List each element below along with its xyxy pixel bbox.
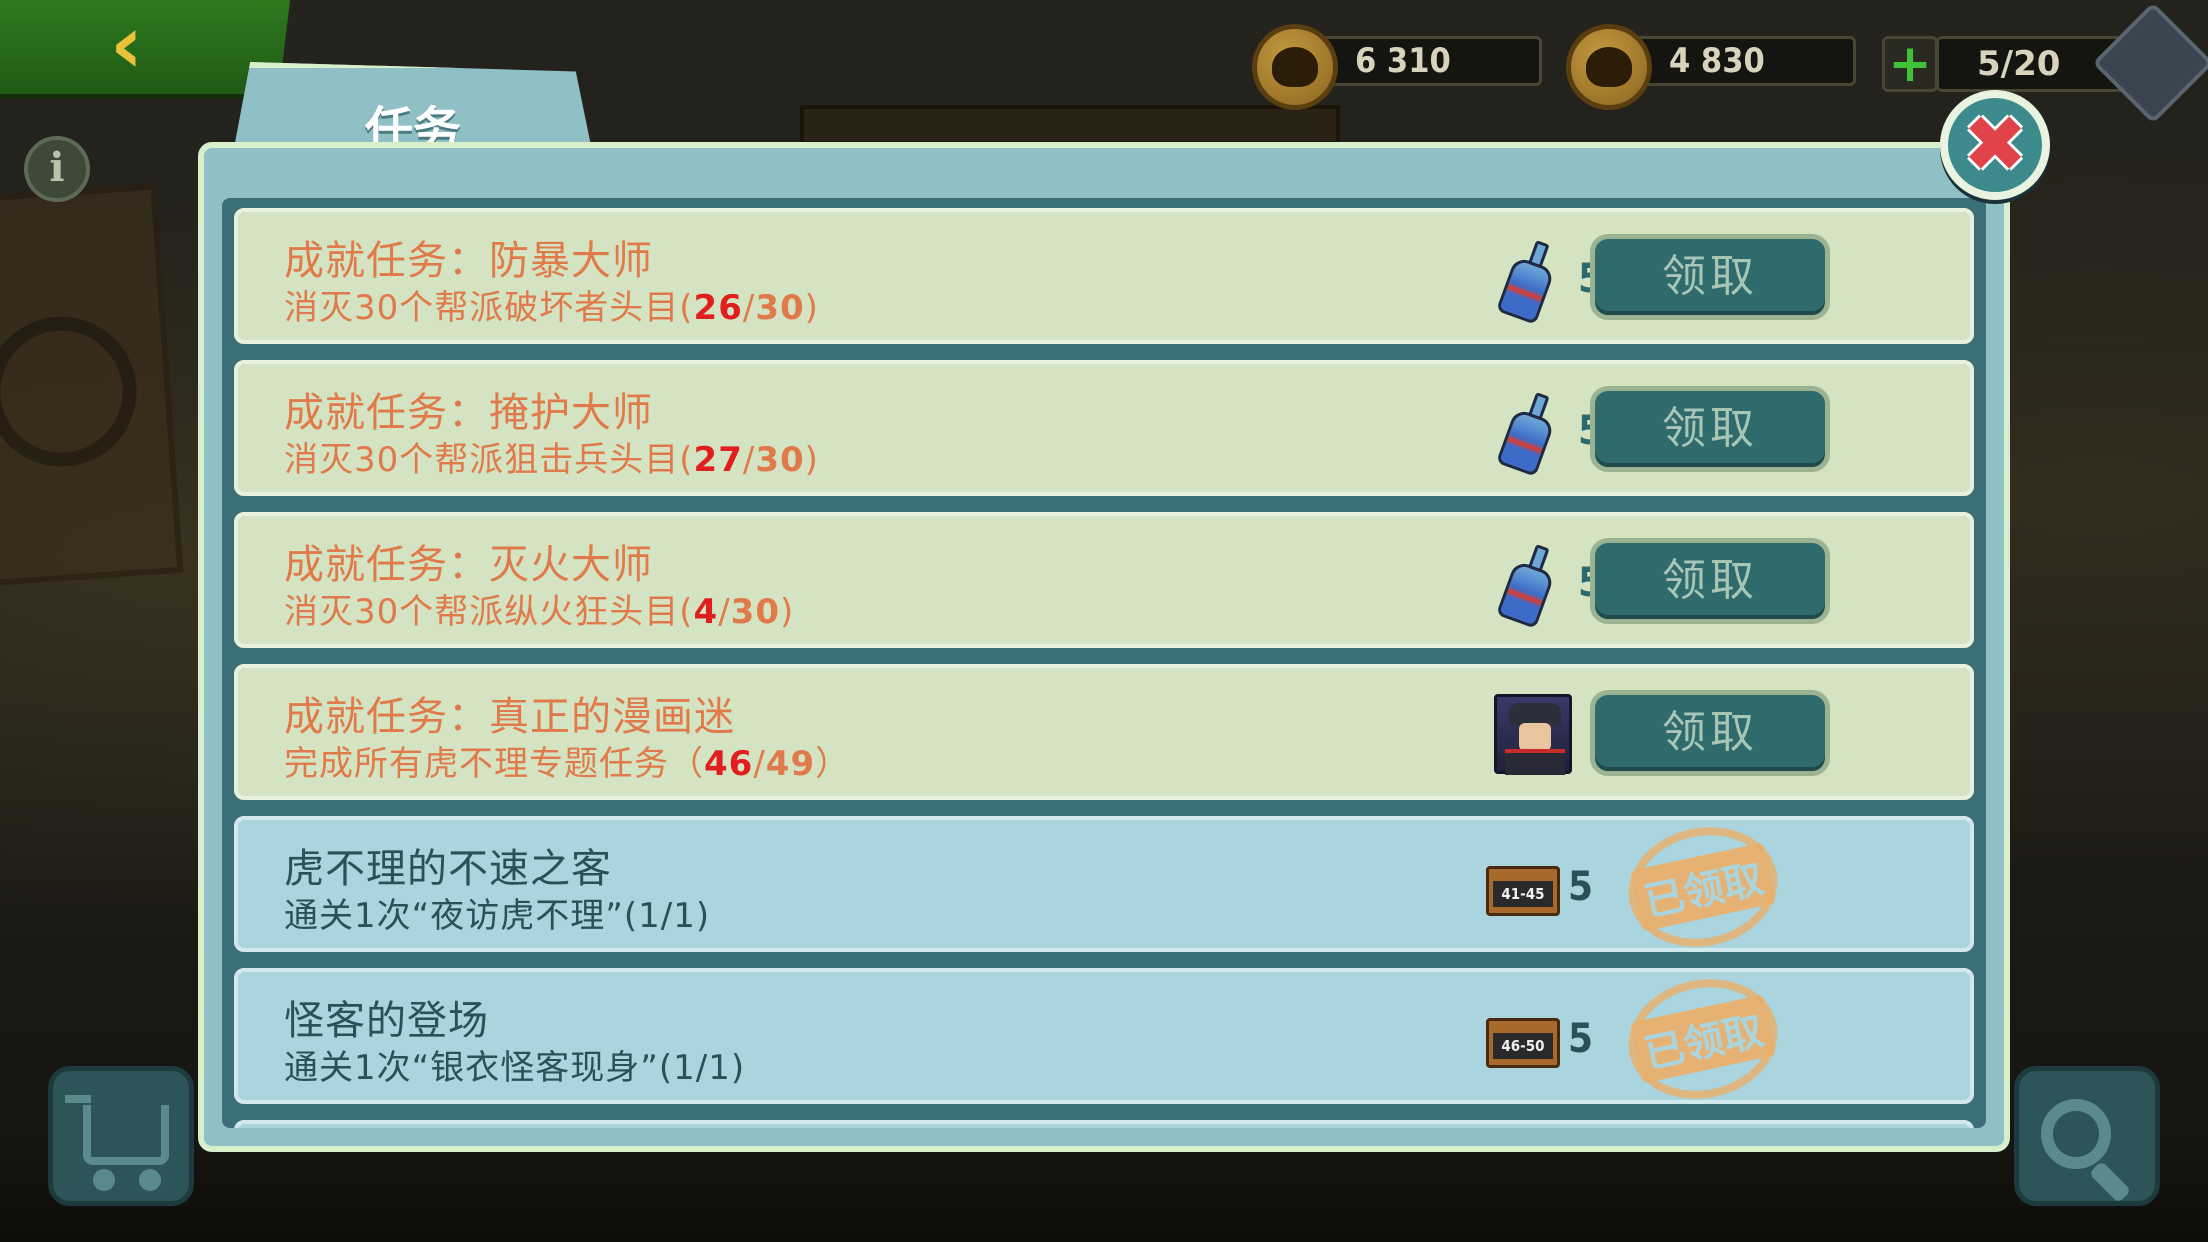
quest-list-container[interactable]: 成就任务：防暴大师 消灭30个帮派破坏者头目(26/30) 50 领取 成就任务…: [222, 198, 1986, 1128]
quest-desc: 完成所有虎不理专题任务（46/49）: [284, 744, 851, 784]
progress-total: 30: [755, 440, 805, 480]
quest-title: 成就任务：防暴大师: [284, 238, 653, 284]
progress-current: 4: [693, 592, 719, 632]
quest-row: 成就任务：防暴大师 消灭30个帮派破坏者头目(26/30) 50 领取: [234, 208, 1974, 344]
info-button[interactable]: i: [24, 136, 90, 202]
search-handle: [2088, 1160, 2132, 1204]
quest-row: 成就任务：掩护大师 消灭30个帮派狙击兵头目(27/30) 50 领取: [234, 360, 1974, 496]
progress-current: 46: [704, 744, 754, 784]
cart-wheel: [139, 1169, 161, 1191]
shop-button[interactable]: [48, 1066, 194, 1206]
reward-amount: 5: [1568, 1016, 1594, 1062]
claim-button[interactable]: 领取: [1590, 690, 1830, 776]
quest-row-partial: [234, 1120, 1974, 1128]
progress-total: 30: [755, 288, 805, 328]
quest-desc: 消灭30个帮派破坏者头目(26/30): [284, 288, 819, 328]
quest-title: 成就任务：灭火大师: [284, 542, 653, 588]
quest-title: 怪客的登场: [284, 998, 489, 1044]
quest-desc: 消灭30个帮派狙击兵头目(27/30): [284, 440, 819, 480]
search-icon: [2041, 1099, 2111, 1169]
quest-desc: 通关1次“夜访虎不理”(1/1): [284, 896, 711, 936]
quest-desc: 消灭30个帮派纵火狂头目(4/30): [284, 592, 795, 632]
progress-total: 30: [730, 592, 780, 632]
token-coin-icon: [1566, 24, 1652, 110]
quest-row: 成就任务：真正的漫画迷 完成所有虎不理专题任务（46/49） 1 领取: [234, 664, 1974, 800]
reward-amount: 5: [1568, 864, 1594, 910]
quest-row: 怪客的登场 通关1次“银衣怪客现身”(1/1) 46-50 5 已领取: [234, 965, 1974, 1113]
nuka-cola-bottle-icon: [1493, 235, 1564, 328]
quest-title: 成就任务：真正的漫画迷: [284, 694, 735, 740]
crate-label: 46-50: [1493, 1033, 1553, 1059]
search-button[interactable]: [2014, 1066, 2160, 1206]
quest-row: 成就任务：灭火大师 消灭30个帮派纵火狂头目(4/30) 50 领取: [234, 512, 1974, 648]
quest-row: 虎不理的不速之客 通关1次“夜访虎不理”(1/1) 41-45 5 已领取: [234, 813, 1974, 961]
quest-title: 成就任务：掩护大师: [284, 390, 653, 436]
cart-wheel: [93, 1169, 115, 1191]
cart-icon: [65, 1095, 169, 1165]
quest-desc: 通关1次“银衣怪客现身”(1/1): [284, 1048, 746, 1088]
claimed-stamp: 已领取: [1617, 965, 1789, 1113]
claimed-stamp: 已领取: [1617, 813, 1789, 961]
claim-button[interactable]: 领取: [1590, 538, 1830, 624]
chevron-left-icon: ‹: [110, 0, 143, 91]
currency-caps: 6 310: [1252, 24, 1542, 110]
nuka-cola-bottle-icon: [1493, 539, 1564, 632]
progress-text: (1/1): [623, 896, 711, 936]
crate-icon: 41-45: [1486, 866, 1560, 916]
poster-silhouette: [0, 311, 142, 472]
wood-beam: [800, 105, 1340, 145]
progress-current: 27: [693, 440, 743, 480]
close-icon: ✖: [1962, 100, 2028, 190]
character-portrait-icon: [1494, 694, 1572, 775]
currency-tokens: 4 830: [1566, 24, 1856, 110]
add-slots-button[interactable]: +: [1882, 36, 1938, 92]
currency-tokens-value: 4 830: [1616, 36, 1856, 86]
quest-panel: 成就任务：防暴大师 消灭30个帮派破坏者头目(26/30) 50 领取 成就任务…: [198, 142, 2010, 1152]
claim-button[interactable]: 领取: [1590, 234, 1830, 320]
crate-icon: 46-50: [1486, 1018, 1560, 1068]
detective-coin-icon: [1252, 24, 1338, 110]
nuka-cola-bottle-icon: [1493, 387, 1564, 480]
currency-caps-value: 6 310: [1302, 36, 1542, 86]
close-button[interactable]: ✖: [1940, 90, 2050, 200]
crate-label: 41-45: [1493, 881, 1553, 907]
claim-button[interactable]: 领取: [1590, 386, 1830, 472]
floor-band: [0, 1152, 2208, 1242]
wall-poster: [0, 183, 184, 587]
progress-current: 26: [693, 288, 743, 328]
progress-text: (1/1): [658, 1048, 746, 1088]
progress-total: 49: [765, 744, 816, 784]
quest-title: 虎不理的不速之客: [284, 846, 612, 892]
